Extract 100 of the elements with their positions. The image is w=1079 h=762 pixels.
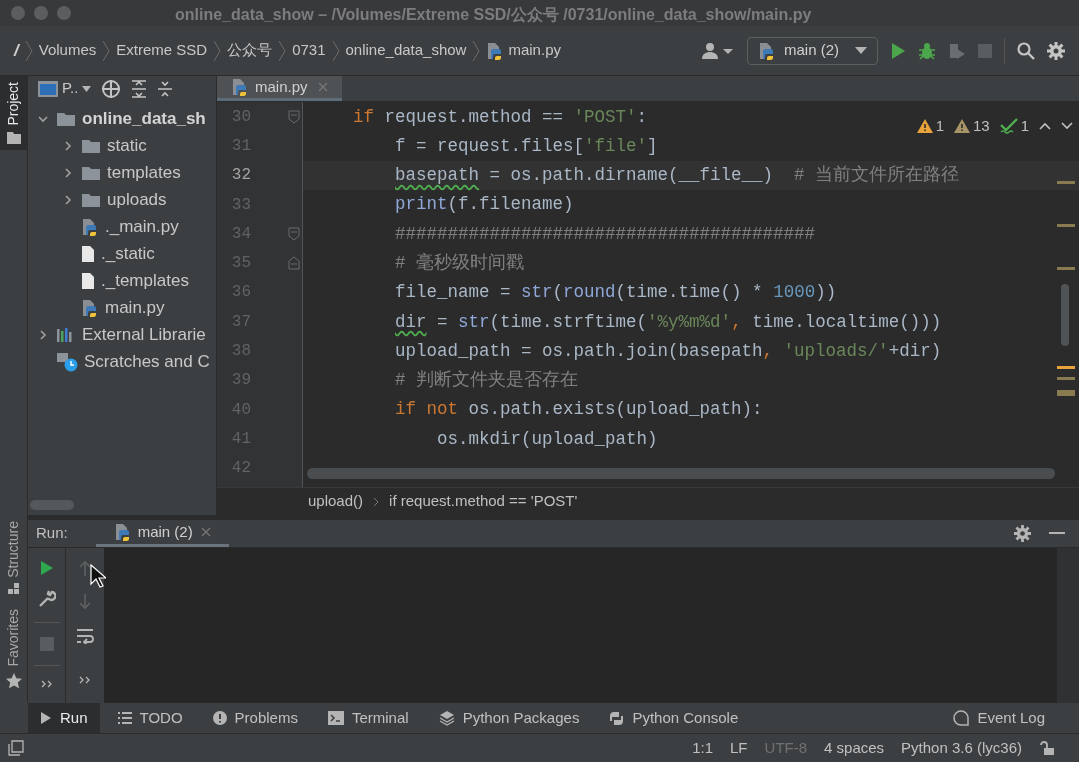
breadcrumb[interactable]: main.py: [508, 39, 561, 62]
chevron-right-icon[interactable]: [62, 139, 74, 152]
unlocked-padlock-icon[interactable]: [1039, 740, 1055, 756]
tree-item[interactable]: ._main.py: [105, 213, 179, 240]
horizontal-scrollbar[interactable]: [307, 468, 1055, 479]
tool-window-tab[interactable]: Terminal: [315, 703, 421, 733]
view-selector[interactable]: P..: [62, 77, 79, 100]
code-line: basepath = os.path.dirname(__file__) # 当前文件所在路径: [394, 164, 960, 188]
side-tab[interactable]: Project: [0, 76, 27, 150]
warning-icon: [916, 119, 933, 134]
tree-item[interactable]: External Librarie: [82, 321, 206, 348]
fold-marker-icon[interactable]: [288, 256, 300, 271]
layout-toggle-icon[interactable]: [8, 740, 24, 756]
close-icon[interactable]: [200, 527, 211, 537]
folder-icon: [81, 164, 101, 181]
file-icon: [81, 271, 95, 290]
side-tab[interactable]: Favorites: [3, 609, 24, 689]
settings-icon[interactable]: [1014, 525, 1031, 542]
line-number: 32: [230, 165, 251, 187]
tool-window-tab[interactable]: Run: [28, 703, 100, 733]
code-line: f = request.files['file']: [394, 134, 658, 158]
scrollbar-thumb[interactable]: [1061, 284, 1069, 346]
folder-icon: [6, 131, 21, 144]
code-line: ########################################: [394, 222, 816, 246]
wrench-icon[interactable]: [37, 590, 56, 608]
chevron-right-icon[interactable]: [37, 328, 49, 341]
exclamation-icon: [212, 711, 227, 725]
folder-icon: [81, 137, 101, 154]
tree-item[interactable]: ._templates: [101, 267, 189, 294]
more-icon[interactable]: [40, 680, 53, 688]
tree-item[interactable]: uploads: [107, 186, 167, 213]
chevron-down-icon[interactable]: [1061, 122, 1073, 131]
tree-item[interactable]: static: [107, 132, 147, 159]
more-icon[interactable]: [79, 676, 91, 684]
tool-window-tab[interactable]: Python Packages: [426, 703, 592, 733]
run-icon[interactable]: [39, 560, 54, 576]
collapse-all-icon[interactable]: [157, 79, 174, 98]
mouse-pointer-icon: [90, 564, 106, 588]
scrollbar-thumb[interactable]: [30, 500, 74, 510]
bug-icon[interactable]: [918, 41, 936, 60]
code-breadcrumb[interactable]: upload(): [308, 490, 364, 513]
code-breadcrumb[interactable]: if request.method == 'POST': [389, 490, 578, 513]
tool-window-tab[interactable]: TODO: [105, 703, 195, 733]
python-file-icon: [81, 298, 99, 317]
arrow-up-icon[interactable]: [79, 560, 91, 576]
status-item[interactable]: Python 3.6 (lyc36): [901, 736, 1022, 760]
tree-item[interactable]: main.py: [105, 294, 165, 321]
run-configuration-dropdown[interactable]: main (2): [747, 36, 878, 65]
layers-icon: [438, 710, 455, 726]
panel-title: Run:: [36, 523, 68, 544]
breadcrumb[interactable]: Extreme SSD: [116, 39, 208, 62]
breadcrumb[interactable]: Volumes: [38, 39, 97, 62]
fold-marker-icon[interactable]: [288, 226, 300, 241]
code-line: # 判断文件夹是否存在: [394, 369, 579, 393]
star-icon: [5, 673, 22, 689]
check-icon: [999, 118, 1018, 135]
status-item[interactable]: LF: [730, 736, 748, 760]
tree-item[interactable]: ._static: [101, 240, 155, 267]
status-item[interactable]: 1:1: [692, 736, 714, 760]
tool-window-tab[interactable]: Python Console: [597, 703, 751, 733]
tool-window-tab[interactable]: Event Log: [953, 706, 1045, 730]
play-icon: [40, 711, 52, 725]
tree-item[interactable]: Scratches and C: [84, 348, 210, 375]
file-icon: [81, 244, 95, 263]
coverage-icon[interactable]: [948, 41, 966, 60]
inspection-counter[interactable]: 1: [999, 115, 1029, 138]
tool-window-tab[interactable]: Problems: [200, 703, 310, 733]
speech-bubble-icon: [953, 710, 970, 726]
breadcrumb[interactable]: 公众号: [227, 39, 273, 62]
inspection-counter[interactable]: 13: [953, 115, 990, 138]
chevron-up-icon[interactable]: [1039, 122, 1051, 131]
status-item[interactable]: 4 spaces: [824, 736, 885, 760]
settings-icon[interactable]: [1047, 41, 1065, 60]
caret-down-icon: [82, 85, 92, 92]
code-line: if not os.path.exists(upload_path):: [394, 398, 763, 422]
tree-item[interactable]: templates: [107, 159, 181, 186]
inspection-counter[interactable]: 1: [916, 115, 944, 138]
code-line: # 毫秒级时间戳: [394, 251, 525, 275]
breadcrumb-separator-icon: [331, 39, 340, 62]
folder-icon: [56, 110, 76, 127]
chevron-right-icon[interactable]: [62, 193, 74, 206]
fold-marker-icon[interactable]: [288, 109, 300, 124]
expand-all-icon[interactable]: [131, 79, 148, 98]
terminal-icon: [327, 711, 344, 725]
python-icon: [758, 41, 776, 60]
code-line: dir = str(time.strftime('%y%m%d', time.localtime())): [394, 310, 942, 334]
breadcrumb[interactable]: 0731: [292, 39, 326, 62]
tree-item[interactable]: online_data_sh: [82, 105, 206, 132]
user-dropdown-icon[interactable]: [701, 41, 735, 60]
run-icon[interactable]: [890, 41, 906, 60]
soft-wrap-icon[interactable]: [76, 628, 94, 644]
chevron-right-icon[interactable]: [62, 166, 74, 179]
search-icon[interactable]: [1017, 41, 1035, 60]
breadcrumb-separator-icon: [278, 39, 287, 62]
locate-icon[interactable]: [101, 78, 122, 99]
breadcrumb[interactable]: online_data_show: [345, 39, 467, 62]
side-tab[interactable]: Structure: [3, 520, 24, 596]
breadcrumb[interactable]: /: [14, 37, 19, 64]
python-file-icon: [81, 217, 99, 236]
editor-tab[interactable]: main.py: [217, 76, 342, 101]
